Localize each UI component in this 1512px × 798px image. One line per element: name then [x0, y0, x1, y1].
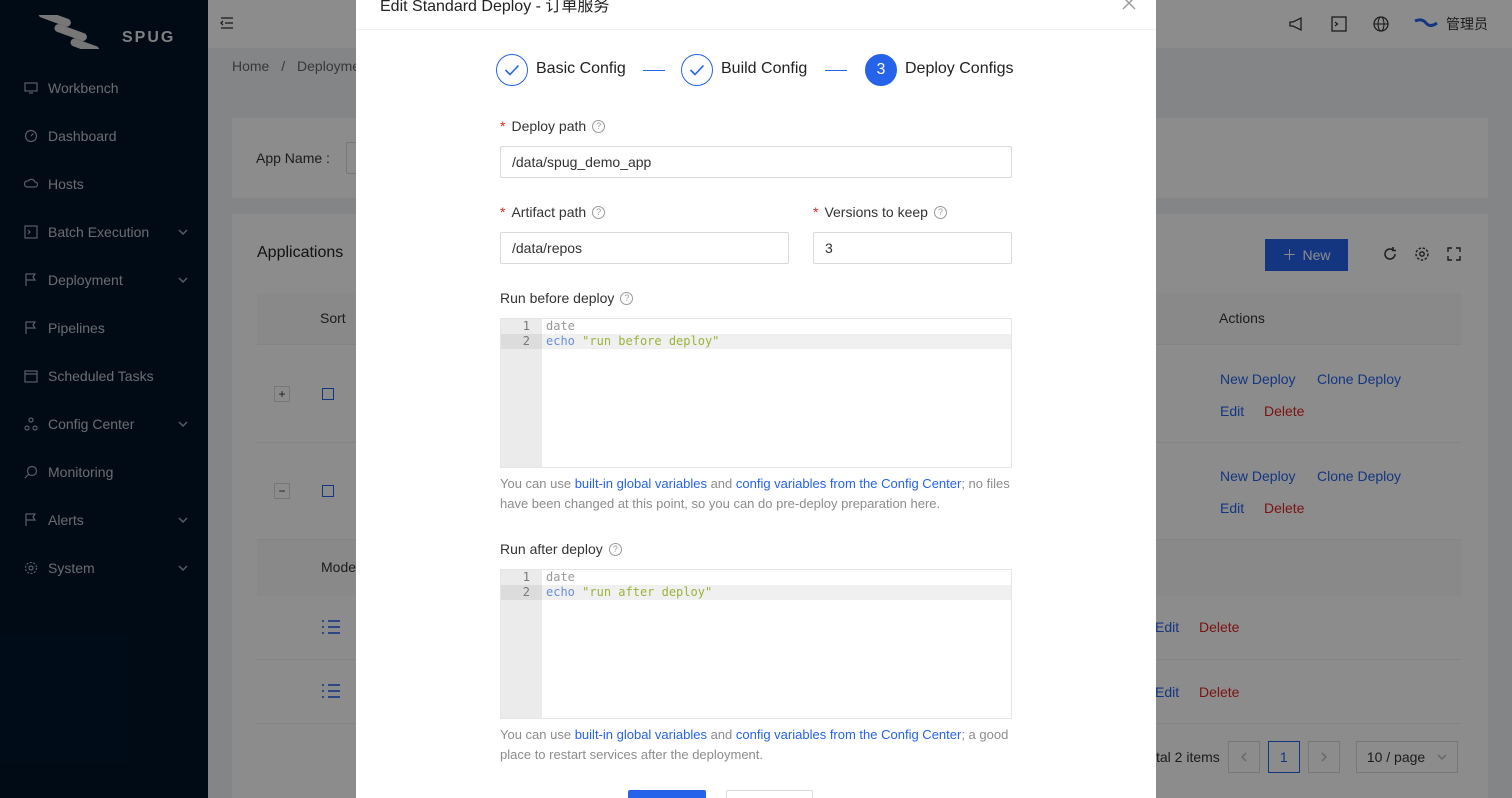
run-after-deploy-editor[interactable]: 1 2 date echo "run after deploy": [500, 569, 1012, 719]
submit-button[interactable]: [628, 790, 706, 798]
hint-text: and: [706, 727, 736, 742]
question-circle-icon[interactable]: ?: [933, 205, 947, 219]
hint-text: and: [706, 476, 736, 491]
run-before-deploy-label-text: Run before deploy: [500, 290, 615, 306]
check-icon: [689, 64, 705, 76]
line-number: 1: [522, 570, 530, 584]
config-variables-link[interactable]: config variables from the Config Center: [736, 476, 961, 491]
code-line: echo "run after deploy": [542, 585, 1011, 600]
required-mark: *: [500, 204, 506, 220]
built-in-variables-link[interactable]: built-in global variables: [575, 727, 707, 742]
artifact-path-input[interactable]: /data/repos: [500, 232, 789, 264]
artifact-path-label: * Artifact path ?: [500, 204, 606, 220]
line-number: 2: [501, 585, 542, 600]
config-variables-link[interactable]: config variables from the Config Center: [736, 727, 961, 742]
step-2-label: Build Config: [721, 60, 808, 77]
step-connector: [643, 70, 665, 71]
step-3-label: Deploy Configs: [905, 60, 1014, 77]
line-number: 2: [501, 334, 542, 349]
versions-to-keep-label-text: Versions to keep: [824, 204, 928, 220]
built-in-variables-link[interactable]: built-in global variables: [575, 476, 707, 491]
deploy-path-label-text: Deploy path: [511, 118, 587, 134]
step-1-done-icon: [496, 54, 528, 86]
run-before-deploy-editor[interactable]: 1 2 date echo "run before deploy": [500, 318, 1012, 468]
code-string: "run after deploy": [582, 585, 713, 599]
question-circle-icon[interactable]: ?: [620, 291, 634, 305]
code-line: date: [546, 319, 575, 333]
step-connector: [825, 70, 847, 71]
close-icon[interactable]: [1122, 0, 1136, 10]
check-icon: [504, 64, 520, 76]
code-line: echo "run before deploy": [542, 334, 1011, 349]
hint-text: You can use: [500, 476, 575, 491]
code-string: "run before deploy": [582, 334, 720, 348]
line-number: 1: [522, 319, 530, 333]
versions-to-keep-label: * Versions to keep ?: [813, 204, 947, 220]
modal-divider: [356, 29, 1156, 30]
question-circle-icon[interactable]: ?: [608, 542, 622, 556]
run-after-deploy-label-text: Run after deploy: [500, 541, 603, 557]
required-mark: *: [500, 118, 506, 134]
run-after-deploy-label: Run after deploy ?: [500, 541, 622, 557]
step-1-label: Basic Config: [536, 60, 626, 77]
edit-deploy-modal: Edit Standard Deploy - 订单服务 Basic Config…: [356, 0, 1156, 798]
previous-step-button[interactable]: [726, 790, 813, 798]
steps: Basic Config Build Config 3 Deploy Confi…: [496, 54, 1036, 86]
versions-to-keep-input[interactable]: 3: [813, 232, 1012, 264]
code-keyword: echo: [546, 585, 575, 599]
question-circle-icon[interactable]: ?: [592, 119, 606, 133]
code-keyword: echo: [546, 334, 575, 348]
step-3-number: 3: [865, 54, 897, 86]
step-2-done-icon: [681, 54, 713, 86]
run-after-deploy-hint: You can use built-in global variables an…: [500, 725, 1012, 765]
artifact-path-label-text: Artifact path: [511, 204, 587, 220]
run-before-deploy-label: Run before deploy ?: [500, 290, 634, 306]
modal-title: Edit Standard Deploy - 订单服务: [380, 0, 610, 15]
hint-text: You can use: [500, 727, 575, 742]
deploy-path-input[interactable]: /data/spug_demo_app: [500, 146, 1012, 178]
code-line: date: [546, 570, 575, 584]
question-circle-icon[interactable]: ?: [592, 205, 606, 219]
run-before-deploy-hint: You can use built-in global variables an…: [500, 474, 1012, 514]
deploy-path-label: * Deploy path ?: [500, 118, 606, 134]
required-mark: *: [813, 204, 819, 220]
